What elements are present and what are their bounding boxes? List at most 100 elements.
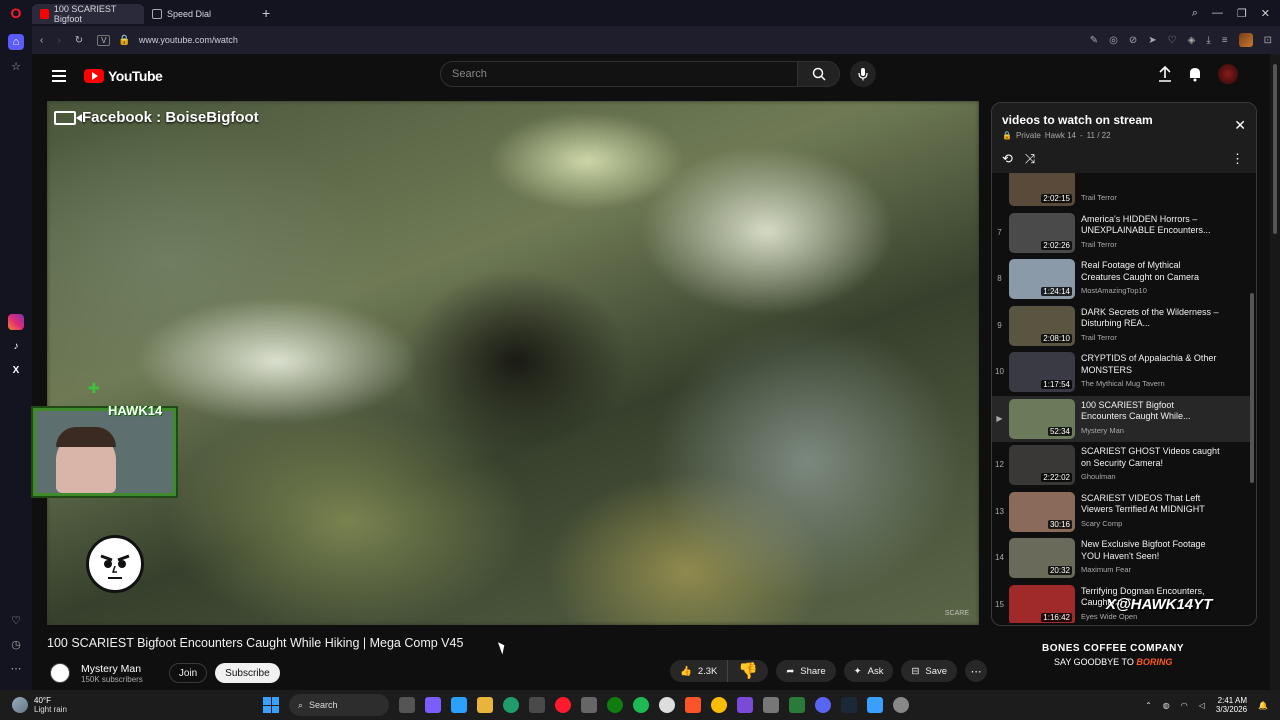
playlist-item[interactable]: 8 1:24:14 Real Footage of Mythical Creatur… <box>992 256 1250 302</box>
upload-icon[interactable] <box>1158 66 1172 82</box>
ask-button[interactable]: ✦ Ask <box>843 660 894 682</box>
dislike-button[interactable]: 👎 <box>728 660 768 682</box>
settings-icon[interactable] <box>763 697 779 713</box>
taskbar-search[interactable]: ⌕ Search <box>289 694 389 716</box>
more-actions-button[interactable]: ⋯ <box>965 660 988 682</box>
video-player[interactable]: Facebook : BoiseBigfoot SCARE <box>47 101 979 625</box>
channel-name[interactable]: Mystery Man <box>81 663 143 675</box>
bookmarks-icon[interactable]: ☆ <box>8 58 24 74</box>
vpn-badge[interactable]: V <box>97 34 111 46</box>
loop-icon[interactable]: ⟲ <box>1002 151 1013 167</box>
page-scrollbar[interactable] <box>1270 54 1280 690</box>
heart-icon[interactable]: ♡ <box>8 612 24 628</box>
playlist-item-thumbnail[interactable]: 1:17:54 <box>1009 352 1075 392</box>
network-icon[interactable]: ◍ <box>1163 701 1170 710</box>
weather-widget[interactable]: 40°F Light rain <box>0 696 240 714</box>
page-scroll-thumb[interactable] <box>1273 64 1277 234</box>
url-field[interactable]: V 🔒 www.youtube.com/watch <box>97 34 238 46</box>
more-icon[interactable]: ⋯ <box>8 660 24 676</box>
profile-avatar[interactable] <box>1238 33 1253 47</box>
like-button[interactable]: 👍 2.3K <box>670 660 729 682</box>
menu-icon[interactable]: ≡ <box>1222 35 1228 46</box>
playlist-item[interactable]: 7 2:02:26 America's HIDDEN Horrors – UNEXP… <box>992 210 1250 256</box>
voice-search-button[interactable] <box>850 61 876 87</box>
wifi-icon[interactable]: ◠ <box>1181 701 1188 710</box>
playlist-item-title[interactable]: DARK Secrets of the Wilderness – Disturb… <box>1081 307 1221 330</box>
playlist-item-title[interactable]: New Exclusive Bigfoot Footage YOU Haven'… <box>1081 539 1221 562</box>
xbox-icon[interactable] <box>607 697 623 713</box>
join-button[interactable]: Join <box>168 663 208 683</box>
clock[interactable]: 2:41 AM 3/3/2026 <box>1216 696 1247 714</box>
hamburger-menu-icon[interactable] <box>52 70 66 82</box>
back-icon[interactable]: ‹ <box>40 35 43 46</box>
spotify-icon[interactable] <box>633 697 649 713</box>
playlist-item[interactable]: 13 30:16 SCARIEST VIDEOS That Left Viewers… <box>992 489 1250 535</box>
edge-icon[interactable] <box>503 697 519 713</box>
playlist-item-thumbnail[interactable]: 2:08:10 <box>1009 305 1075 346</box>
brave-icon[interactable] <box>685 697 701 713</box>
x-twitter-icon[interactable]: X <box>8 362 24 378</box>
chrome-icon[interactable] <box>711 697 727 713</box>
teams-icon[interactable] <box>451 697 467 713</box>
url-text[interactable]: www.youtube.com/watch <box>139 35 238 45</box>
playlist-item-title[interactable]: 100 SCARIEST Bigfoot Encounters Caught W… <box>1081 400 1221 423</box>
playlist-item[interactable]: 10 1:17:54 CRYPTIDS of Appalachia & Other … <box>992 349 1250 395</box>
playlist-item-thumbnail[interactable]: 2:02:26 <box>1009 212 1075 253</box>
app2-icon[interactable] <box>867 697 883 713</box>
new-tab-button[interactable]: + <box>262 5 270 21</box>
instagram-icon[interactable] <box>8 314 24 330</box>
app-icon[interactable] <box>581 697 597 713</box>
windows-start-icon[interactable] <box>263 697 279 713</box>
forward-icon[interactable]: › <box>57 35 60 46</box>
playlist-item-thumbnail[interactable]: 2:22:02 <box>1009 445 1075 485</box>
playlist-item-thumbnail[interactable]: 2:02:15 <box>1009 173 1075 206</box>
playlist-item-title[interactable]: America's HIDDEN Horrors – UNEXPLAINABLE… <box>1081 214 1221 237</box>
close-playlist-icon[interactable]: ✕ <box>1234 117 1246 134</box>
maximize-button[interactable]: ❐ <box>1237 7 1247 20</box>
tiktok-icon[interactable]: ♪ <box>8 338 24 354</box>
task-view-icon[interactable] <box>399 697 415 713</box>
playlist-item-title[interactable]: CRYPTIDS of Appalachia & Other MONSTERS <box>1081 353 1221 376</box>
opera-logo-icon[interactable]: O <box>0 0 32 26</box>
playlist-item[interactable]: 14 20:32 New Exclusive Bigfoot Footage YOU… <box>992 535 1250 581</box>
minimize-button[interactable]: — <box>1212 7 1223 19</box>
file-explorer-icon[interactable] <box>477 697 493 713</box>
playlist-title[interactable]: videos to watch on stream <box>1002 113 1246 127</box>
playlist-menu-icon[interactable]: ⋮ <box>1231 151 1244 167</box>
edit-icon[interactable]: ✎ <box>1090 35 1098 46</box>
playlist-item[interactable]: 12 2:22:02 SCARIEST GHOST Videos caught on… <box>992 442 1250 488</box>
opera-icon[interactable] <box>555 697 571 713</box>
playlist-item[interactable]: 2:02:15 Trail Terror <box>992 173 1250 209</box>
playlist-item-thumbnail[interactable]: 1:16:42 <box>1009 584 1075 623</box>
home-icon[interactable]: ⌂ <box>8 34 24 50</box>
copilot-icon[interactable] <box>425 697 441 713</box>
channel-avatar[interactable] <box>50 663 70 683</box>
notification-bell-icon[interactable]: 🔔 <box>1258 701 1268 710</box>
playlist-item-thumbnail[interactable]: 52:34 <box>1009 398 1075 439</box>
tab-speed-dial[interactable]: Speed Dial <box>144 4 256 24</box>
chevron-up-icon[interactable]: ⌃ <box>1145 701 1152 710</box>
subscribe-button[interactable]: Subscribe <box>215 663 280 683</box>
playlist-item-thumbnail[interactable]: 30:16 <box>1009 491 1075 532</box>
save-button[interactable]: ⊟ Save <box>901 660 958 682</box>
notifications-bell-icon[interactable] <box>1188 66 1202 82</box>
terminal-icon[interactable] <box>789 697 805 713</box>
app3-icon[interactable] <box>893 697 909 713</box>
obs-icon[interactable] <box>659 697 675 713</box>
camera-icon[interactable]: ◎ <box>1109 35 1118 46</box>
steam-icon[interactable] <box>841 697 857 713</box>
heart-bookmark-icon[interactable]: ♡ <box>1168 35 1177 46</box>
playlist-item-thumbnail[interactable]: 1:24:14 <box>1009 259 1075 299</box>
download-icon[interactable]: ⤓ <box>1206 35 1210 46</box>
playlist-scrollbar[interactable] <box>1250 293 1254 483</box>
shield-icon[interactable]: ◈ <box>1188 35 1196 46</box>
search-button[interactable] <box>798 61 840 87</box>
store-icon[interactable] <box>529 697 545 713</box>
reload-icon[interactable]: ↻ <box>75 35 83 46</box>
search-input[interactable] <box>441 62 797 86</box>
playlist-owner[interactable]: Hawk 14 <box>1045 131 1076 140</box>
discord-icon[interactable] <box>815 697 831 713</box>
tab-youtube[interactable]: 100 SCARIEST Bigfoot <box>32 4 144 24</box>
playlist-item[interactable]: ▶ 52:34 100 SCARIEST Bigfoot Encounters Ca… <box>992 395 1250 442</box>
send-icon[interactable]: ➤ <box>1148 35 1156 46</box>
